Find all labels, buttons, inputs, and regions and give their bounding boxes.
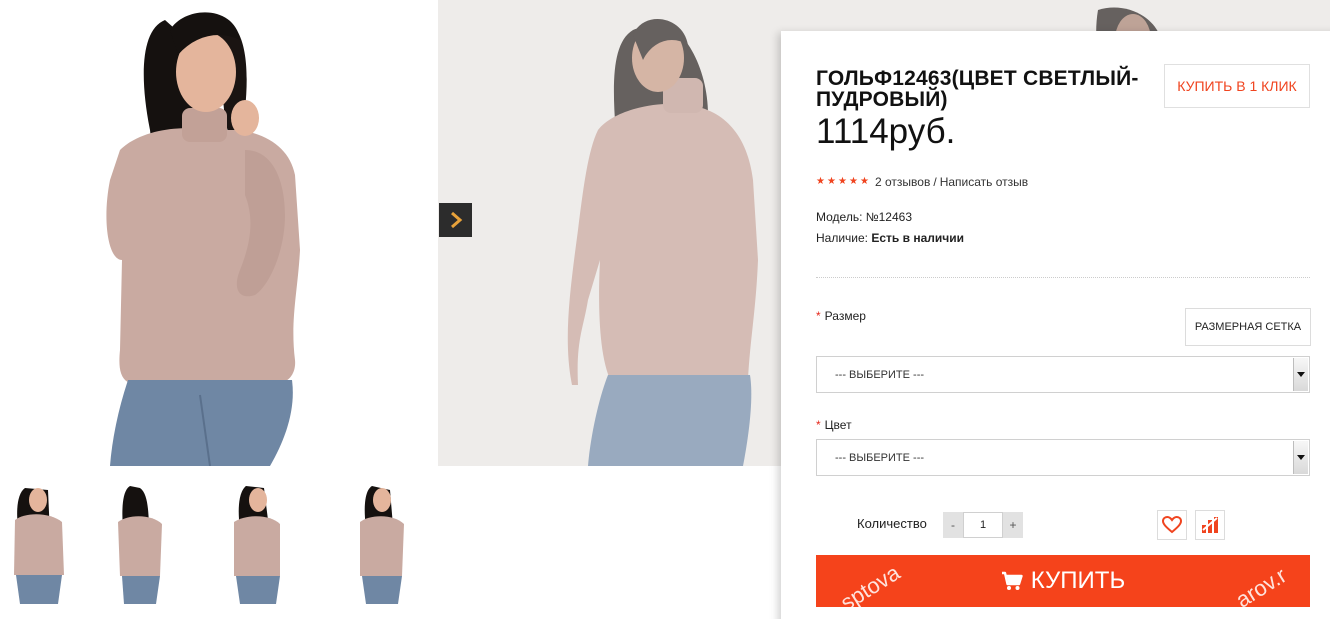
rating-row: ★ ★ ★ ★ ★ 2 отзывов / Написать отзыв xyxy=(816,175,1028,189)
thumbnail-1[interactable] xyxy=(0,480,78,604)
star-icon: ★ xyxy=(849,176,858,187)
stock-label: Наличие: xyxy=(816,231,869,245)
main-product-image[interactable] xyxy=(0,0,438,466)
color-label-text: Цвет xyxy=(824,418,852,432)
watermark-right: arov.r xyxy=(1231,562,1291,607)
model-label: Модель: xyxy=(816,210,863,224)
model-value: №12463 xyxy=(865,210,912,224)
required-mark: * xyxy=(816,418,821,432)
product-page: ГОЛЬФ12463(ЦВЕТ СВЕТЛЫЙ-ПУДРОВЫЙ) КУПИТЬ… xyxy=(0,0,1330,619)
quantity-stepper: - 1 + xyxy=(943,512,1023,538)
product-price: 1114руб. xyxy=(816,112,956,151)
compare-icon xyxy=(1202,517,1218,533)
color-label: * Цвет xyxy=(816,418,852,432)
product-info-panel: ГОЛЬФ12463(ЦВЕТ СВЕТЛЫЙ-ПУДРОВЫЙ) КУПИТЬ… xyxy=(781,31,1330,619)
thumbnail-4[interactable] xyxy=(340,480,418,604)
divider xyxy=(816,277,1310,278)
star-icon: ★ xyxy=(816,176,825,187)
cart-icon xyxy=(1001,571,1023,590)
buy-one-click-button[interactable]: КУПИТЬ В 1 КЛИК xyxy=(1164,64,1310,108)
thumbnail-model-pose xyxy=(360,486,404,604)
wishlist-button[interactable] xyxy=(1157,510,1187,540)
star-icon: ★ xyxy=(860,176,869,187)
color-select[interactable]: --- ВЫБЕРИТЕ --- xyxy=(816,439,1310,476)
thumbnail-3[interactable] xyxy=(218,480,296,604)
reviews-link[interactable]: 2 отзывов xyxy=(875,175,930,189)
quantity-label: Количество xyxy=(857,516,927,531)
buy-button[interactable]: sptova КУПИТЬ arov.r xyxy=(816,555,1310,607)
model-info: Модель: №12463 xyxy=(816,210,912,224)
product-title: ГОЛЬФ12463(ЦВЕТ СВЕТЛЫЙ-ПУДРОВЫЙ) xyxy=(816,67,1139,111)
size-label-text: Размер xyxy=(824,309,866,323)
thumbnail-model-front xyxy=(14,488,64,604)
required-mark: * xyxy=(816,309,821,323)
quantity-input[interactable]: 1 xyxy=(963,512,1003,538)
thumbnail-model-back xyxy=(118,486,162,604)
thumbnail-model-side xyxy=(234,486,280,604)
stock-status: Есть в наличии xyxy=(871,231,964,245)
model-front-illustration xyxy=(0,0,438,466)
compare-button[interactable] xyxy=(1195,510,1225,540)
thumbnail-2[interactable] xyxy=(100,480,178,604)
size-select[interactable]: --- ВЫБЕРИТЕ --- xyxy=(816,356,1310,393)
star-icon: ★ xyxy=(827,176,836,187)
size-chart-button[interactable]: РАЗМЕРНАЯ СЕТКА xyxy=(1185,308,1311,346)
size-select-value: --- ВЫБЕРИТЕ --- xyxy=(835,369,925,381)
size-label: * Размер xyxy=(816,309,866,323)
gallery-next-button[interactable] xyxy=(439,203,472,237)
quantity-decrease-button[interactable]: - xyxy=(943,512,963,538)
heart-icon xyxy=(1162,516,1182,534)
write-review-link[interactable]: Написать отзыв xyxy=(940,175,1028,189)
chevron-right-icon xyxy=(450,211,462,229)
buy-button-content: КУПИТЬ xyxy=(1001,567,1125,595)
thumbnail-strip xyxy=(0,480,438,610)
color-select-value: --- ВЫБЕРИТЕ --- xyxy=(835,452,925,464)
rating-separator: / xyxy=(933,175,937,189)
chevron-down-icon[interactable] xyxy=(1293,358,1308,391)
watermark-left: sptova xyxy=(836,559,905,607)
rating-stars: ★ ★ ★ ★ ★ xyxy=(816,177,870,187)
star-icon: ★ xyxy=(838,176,847,187)
chevron-down-icon[interactable] xyxy=(1293,441,1308,474)
quantity-increase-button[interactable]: + xyxy=(1003,512,1023,538)
buy-button-label: КУПИТЬ xyxy=(1030,567,1126,594)
stock-info: Наличие: Есть в наличии xyxy=(816,231,964,245)
